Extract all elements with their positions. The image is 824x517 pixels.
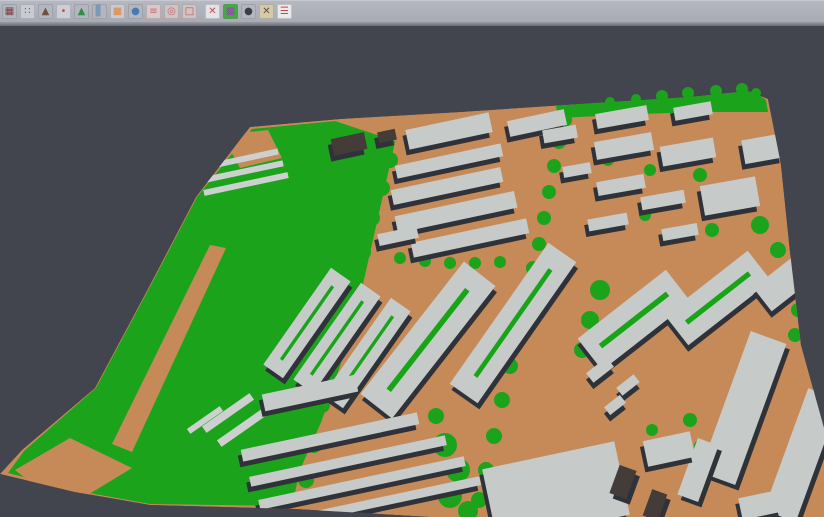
- pick-point-icon[interactable]: •: [56, 4, 71, 19]
- layer-list-icon[interactable]: ≡: [146, 4, 161, 19]
- application-window: ▦∷▲•▲▋■●≡◎□✕▩●✕☰: [0, 0, 824, 517]
- open-project-icon[interactable]: ▦: [2, 4, 17, 19]
- crop-box-icon[interactable]: □: [182, 4, 197, 19]
- globe-icon[interactable]: ●: [128, 4, 143, 19]
- vegetation-filter-icon[interactable]: ▲: [74, 4, 89, 19]
- point-cloud-render[interactable]: [0, 26, 824, 517]
- ortho-image-icon[interactable]: ■: [110, 4, 125, 19]
- toolbar-icon-row: ▦∷▲•▲▋■●≡◎□✕▩●✕☰: [0, 4, 295, 19]
- profile-view-icon[interactable]: ▋: [92, 4, 107, 19]
- delete-points-icon[interactable]: ✕: [259, 4, 274, 19]
- main-toolbar: ▦∷▲•▲▋■●≡◎□✕▩●✕☰: [0, 0, 824, 22]
- point-cloud-icon[interactable]: ∷: [20, 4, 35, 19]
- snapshot-camera-icon[interactable]: ●: [241, 4, 256, 19]
- terrain-model-icon[interactable]: ▲: [38, 4, 53, 19]
- classification-colors-icon[interactable]: ▩: [223, 4, 238, 19]
- flag-marker-icon[interactable]: ☰: [277, 4, 292, 19]
- 3d-viewport[interactable]: [0, 26, 824, 517]
- clear-selection-icon[interactable]: ✕: [205, 4, 220, 19]
- circle-select-icon[interactable]: ◎: [164, 4, 179, 19]
